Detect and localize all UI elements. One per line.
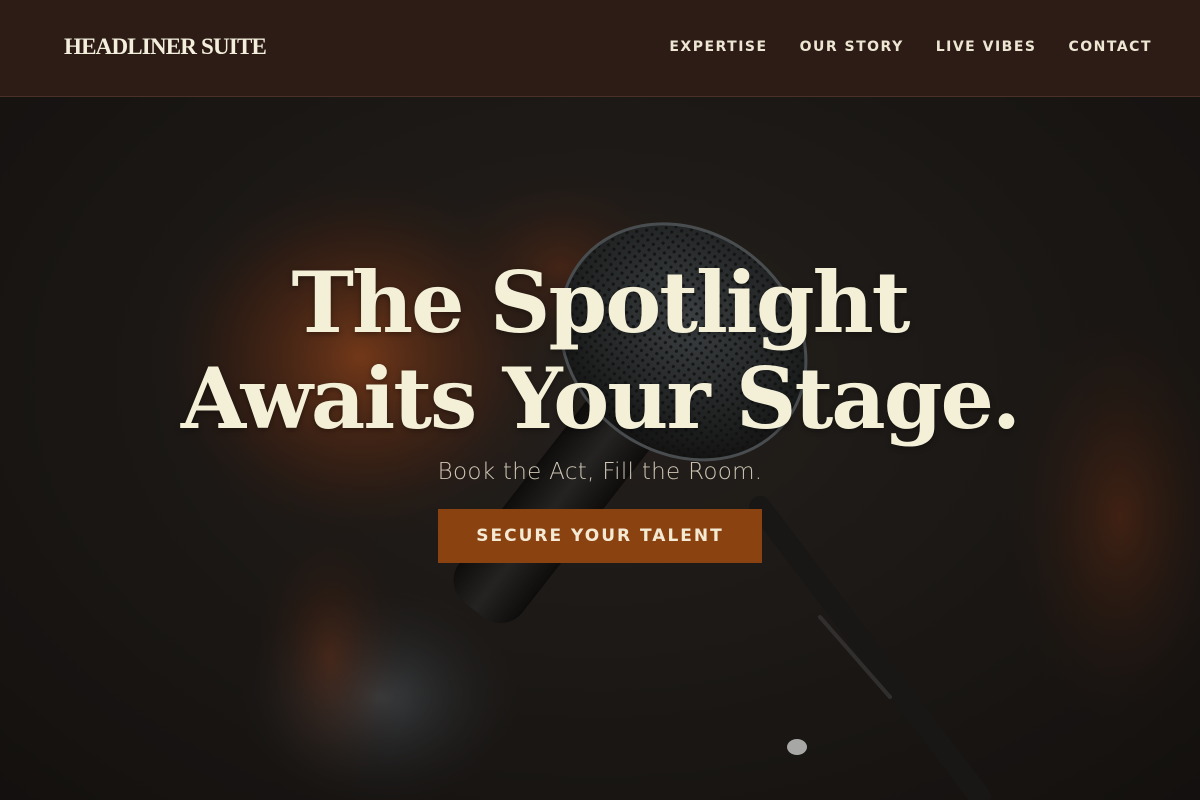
secure-talent-button[interactable]: SECURE YOUR TALENT	[438, 509, 762, 563]
nav-link-expertise[interactable]: EXPERTISE	[669, 39, 767, 55]
brand-logo[interactable]: HEADLINER SUITE	[64, 34, 267, 60]
site-header: HEADLINER SUITE EXPERTISE OUR STORY LIVE…	[0, 0, 1200, 97]
nav-link-contact[interactable]: CONTACT	[1068, 39, 1152, 55]
hero-headline-line-1: The Spotlight	[291, 253, 911, 352]
nav-link-live-vibes[interactable]: LIVE VIBES	[936, 39, 1037, 55]
hero-headline-line-2: Awaits Your Stage.	[180, 349, 1021, 448]
hero-section: The Spotlight Awaits Your Stage. Book th…	[0, 97, 1200, 800]
hero-subtitle: Book the Act, Fill the Room.	[437, 459, 763, 485]
main-nav: EXPERTISE OUR STORY LIVE VIBES CONTACT	[669, 39, 1152, 55]
hero-headline: The Spotlight Awaits Your Stage.	[0, 255, 1200, 447]
hero-overlay	[0, 97, 1200, 800]
nav-link-our-story[interactable]: OUR STORY	[800, 39, 904, 55]
